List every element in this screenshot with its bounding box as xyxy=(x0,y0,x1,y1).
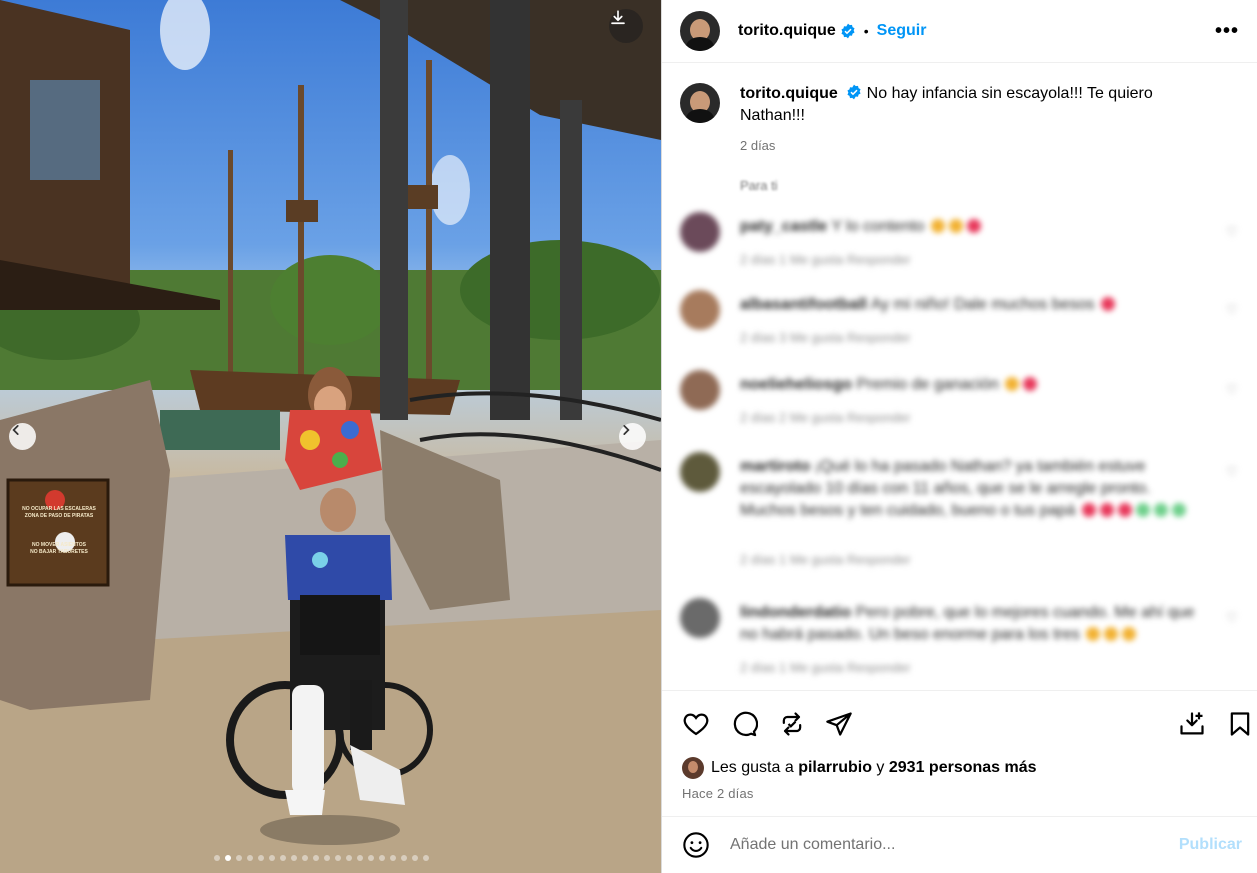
caption-timestamp[interactable]: 2 días xyxy=(740,135,1180,157)
comment-like-icon[interactable]: ♡ xyxy=(1226,464,1240,479)
post-side-panel: torito.quique • Seguir ••• torito.quique… xyxy=(661,0,1257,873)
carousel-dot xyxy=(291,855,297,861)
comment-text: Premio de ganación xyxy=(856,376,999,393)
sign-line: ZONA DE PASO DE PIRATAS xyxy=(24,513,94,519)
post-timestamp[interactable]: Hace 2 días xyxy=(682,786,754,801)
comment-text: Y lo contento xyxy=(831,218,925,235)
comment-like-icon[interactable]: ♡ xyxy=(1226,382,1240,397)
comment-like-icon[interactable]: ♡ xyxy=(1226,224,1240,239)
carousel-dot xyxy=(401,855,407,861)
post-photo[interactable]: NO OCUPAR LAS ESCALERAS ZONA DE PASO DE … xyxy=(0,0,661,873)
chevron-left-icon xyxy=(12,425,19,435)
commenter-avatar[interactable] xyxy=(680,370,720,410)
comment-meta[interactable]: 2 días 2 Me gusta Responder xyxy=(740,410,911,425)
carousel-dot xyxy=(335,855,341,861)
caption-author-avatar[interactable] xyxy=(680,83,720,123)
save-to-collection-icon[interactable] xyxy=(1178,710,1206,738)
comment-meta[interactable]: 2 días 1 Me gusta Responder xyxy=(740,660,911,675)
verified-badge-icon xyxy=(847,84,861,100)
download-button[interactable] xyxy=(609,9,643,43)
carousel-prev-button[interactable] xyxy=(9,423,36,450)
carousel-dot xyxy=(247,855,253,861)
comment-item: albasantifootball Ay mi niño! Dale mucho… xyxy=(680,290,1240,350)
liker-avatar[interactable] xyxy=(682,757,704,779)
carousel-dot xyxy=(357,855,363,861)
sign-text: NO OCUPAR LAS ESCALERAS ZONA DE PASO DE … xyxy=(14,506,104,556)
liked-by-username[interactable]: pilarrubio xyxy=(798,759,872,777)
comment-text: Ay mi niño! Dale muchos besos xyxy=(870,296,1095,313)
carousel-dot xyxy=(379,855,385,861)
follow-button[interactable]: Seguir xyxy=(877,22,927,40)
comment-input[interactable] xyxy=(730,836,1179,854)
carousel-dot xyxy=(269,855,275,861)
carousel-dot xyxy=(324,855,330,861)
comment-item: noelieheliosgo Premio de ganación 2 días… xyxy=(680,370,1240,430)
sign-line: NO MOVER ASIENTOS xyxy=(32,542,86,548)
carousel-dot xyxy=(225,855,231,861)
comment-like-icon[interactable]: ♡ xyxy=(1226,610,1240,625)
carousel-dot xyxy=(390,855,396,861)
more-options-icon[interactable]: ••• xyxy=(1215,20,1239,43)
carousel-dot xyxy=(313,855,319,861)
carousel-dot xyxy=(412,855,418,861)
photo-illustration xyxy=(0,0,661,873)
commenter-avatar[interactable] xyxy=(680,290,720,330)
download-icon xyxy=(611,10,625,25)
likes-joiner: y xyxy=(876,759,885,776)
commenter-avatar[interactable] xyxy=(680,212,720,252)
likes-count[interactable]: 2931 personas más xyxy=(889,759,1037,777)
verified-badge-icon xyxy=(841,23,855,39)
likes-prefix: Les gusta a xyxy=(711,759,794,776)
share-icon[interactable] xyxy=(825,710,853,738)
carousel-indicator xyxy=(214,855,429,861)
comments-list[interactable]: paty_castle Y lo contento 2 días 1 Me gu… xyxy=(662,190,1257,690)
carousel-dot xyxy=(302,855,308,861)
carousel-dot xyxy=(280,855,286,861)
carousel-dot xyxy=(423,855,429,861)
commenter-avatar[interactable] xyxy=(680,452,720,492)
emoji-icon[interactable] xyxy=(682,831,710,859)
post-actions: Les gusta a pilarrubio y 2931 personas m… xyxy=(662,690,1257,816)
carousel-dot xyxy=(346,855,352,861)
save-icon[interactable] xyxy=(1226,710,1254,738)
carousel-dot xyxy=(236,855,242,861)
author-avatar[interactable] xyxy=(680,11,720,51)
sign-line: NO BAJAR TABURETES xyxy=(30,549,88,555)
carousel-dot xyxy=(214,855,220,861)
carousel-dot xyxy=(258,855,264,861)
comment-icon[interactable] xyxy=(730,710,758,738)
comment-author[interactable]: martiroto xyxy=(740,458,810,475)
comment-author[interactable]: lindonderdatio xyxy=(740,604,851,621)
comment-composer: Publicar xyxy=(662,816,1257,873)
comment-item: lindonderdatio Pero pobre, que lo mejore… xyxy=(680,598,1240,678)
post-header: torito.quique • Seguir ••• xyxy=(662,0,1257,63)
comment-meta[interactable]: 2 días 1 Me gusta Responder xyxy=(740,252,911,267)
repost-icon[interactable] xyxy=(778,710,806,738)
post-caption: torito.quique No hay infancia sin escayo… xyxy=(662,63,1257,189)
carousel-dot xyxy=(368,855,374,861)
comment-author[interactable]: noelieheliosgo xyxy=(740,376,852,393)
comment-meta[interactable]: 2 días 1 Me gusta Responder xyxy=(740,552,911,567)
chevron-right-icon xyxy=(623,425,630,435)
commenter-avatar[interactable] xyxy=(680,598,720,638)
publish-button[interactable]: Publicar xyxy=(1179,836,1242,854)
caption-username[interactable]: torito.quique xyxy=(740,85,838,102)
comment-author[interactable]: paty_castle xyxy=(740,218,827,235)
likes-summary[interactable]: Les gusta a pilarrubio y 2931 personas m… xyxy=(682,757,1037,779)
carousel-next-button[interactable] xyxy=(619,423,646,450)
sign-line: NO OCUPAR LAS ESCALERAS xyxy=(22,506,96,512)
comment-meta[interactable]: 2 días 3 Me gusta Responder xyxy=(740,330,911,345)
comment-item: paty_castle Y lo contento 2 días 1 Me gu… xyxy=(680,212,1240,272)
heart-icon[interactable] xyxy=(682,710,710,738)
comment-item: martiroto ¡Qué lo ha pasado Nathan? ya t… xyxy=(680,452,1240,572)
comment-author[interactable]: albasantifootball xyxy=(740,296,867,313)
author-username[interactable]: torito.quique xyxy=(738,22,836,40)
comment-like-icon[interactable]: ♡ xyxy=(1226,302,1240,317)
header-separator: • xyxy=(863,23,869,39)
